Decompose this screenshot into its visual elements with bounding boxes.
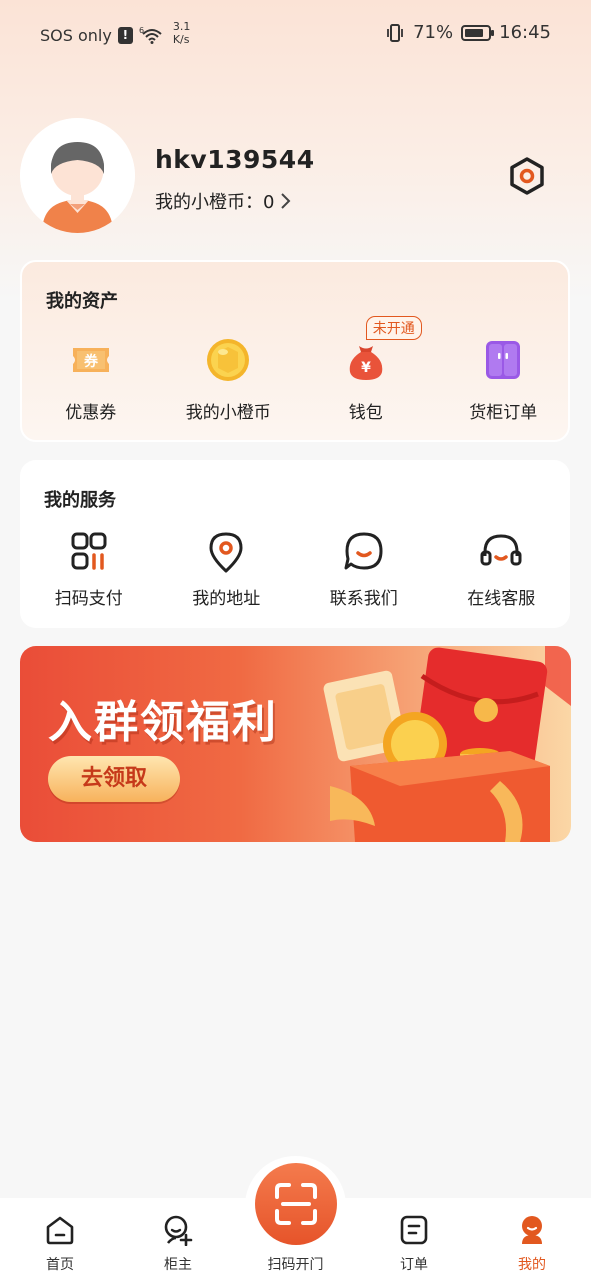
nav-label-orders: 订单 [400,1257,428,1273]
headset-icon [480,534,522,566]
network-speed-unit: K/s [172,33,190,46]
scan-open-door-button[interactable] [255,1163,337,1245]
nav-owner[interactable]: 柜主 [128,1198,228,1280]
coin-balance-link[interactable]: 我的小橙币：0 [155,188,292,214]
wallet-icon: ¥ [349,346,383,380]
coupon-icon-text: 券 [84,353,99,370]
avatar[interactable] [20,118,135,233]
nav-me[interactable]: 我的 [482,1198,582,1280]
location-icon [209,532,243,573]
service-label-scan-pay: 扫码支付 [54,589,123,609]
home-icon [46,1216,74,1245]
battery-percent: 71% [413,22,454,43]
network-speed-value: 3.1 [172,20,191,33]
assets-title: 我的资产 [46,291,118,312]
asset-locker-orders[interactable]: 货柜订单 [435,334,573,434]
owner-icon [164,1215,193,1246]
assets-grid: 券 优惠券 我的小橙币 未开通 ¥ 钱包 货柜订单 [22,316,573,434]
services-card: 我的服务 扫码支付 我的地址 联系我们 在线客服 [20,460,570,628]
asset-label-coupons: 优惠券 [65,403,117,423]
service-contact-us[interactable]: 联系我们 [295,526,433,626]
wallet-icon-text: ¥ [361,360,371,376]
service-label-online-support: 在线客服 [467,589,536,609]
asset-wallet[interactable]: 未开通 ¥ 钱包 [297,316,435,434]
coin-icon [207,339,250,381]
me-icon [522,1216,542,1244]
banner-claim-button[interactable]: 去领取 [48,756,180,802]
status-left: SOS only ! 6 3.1 K/s [40,20,191,48]
promo-banner[interactable]: 入群领福利 去领取 [20,646,571,842]
asset-label-wallet: 钱包 [348,403,383,423]
nav-label-scan: 扫码开门 [267,1257,324,1273]
avatar-illustration [20,118,135,233]
scan-icon [275,1183,317,1225]
nav-label-me: 我的 [518,1257,546,1273]
battery-icon [461,24,495,41]
nav-orders[interactable]: 订单 [364,1198,464,1280]
asset-coins[interactable]: 我的小橙币 [160,334,298,434]
scan-pay-icon [71,532,107,570]
status-right: 71% 16:45 [385,22,551,43]
alert-icon: ! [117,26,133,44]
assets-card: 我的资产 券 优惠券 我的小橙币 未开通 ¥ 钱包 货柜订单 [20,260,570,442]
locker-order-icon [486,341,521,379]
vibrate-icon [387,23,404,42]
banner-title: 入群领福利 [48,697,278,748]
service-label-address: 我的地址 [192,589,261,609]
nav-label-owner: 柜主 [164,1257,192,1273]
settings-icon[interactable] [506,155,548,197]
carrier-text: SOS only [40,25,112,45]
coin-balance-text: 我的小橙币：0 [155,192,275,213]
asset-label-locker-orders: 货柜订单 [469,403,538,423]
nav-label-home: 首页 [46,1257,74,1273]
asset-label-coins: 我的小橙币 [185,403,271,423]
coupon-icon: 券 [72,348,109,372]
network-speed: 3.1 K/s [173,20,191,46]
chat-icon [344,532,383,570]
asset-coupons[interactable]: 券 优惠券 [22,334,160,434]
chevron-right-icon [281,193,291,209]
service-address[interactable]: 我的地址 [158,526,296,626]
status-bar: SOS only ! 6 3.1 K/s 71% 16:45 [0,0,591,66]
nav-home[interactable]: 首页 [10,1198,110,1280]
order-icon [400,1215,428,1245]
clock: 16:45 [499,22,551,43]
service-scan-pay[interactable]: 扫码支付 [20,526,158,626]
username: hkv139544 [155,145,315,174]
services-title: 我的服务 [44,490,116,511]
wifi-icon: 6 [139,26,162,44]
gift-box-illustration [323,646,571,842]
service-label-contact-us: 联系我们 [329,589,398,609]
service-online-support[interactable]: 在线客服 [433,526,571,626]
services-grid: 扫码支付 我的地址 联系我们 在线客服 [20,526,570,626]
